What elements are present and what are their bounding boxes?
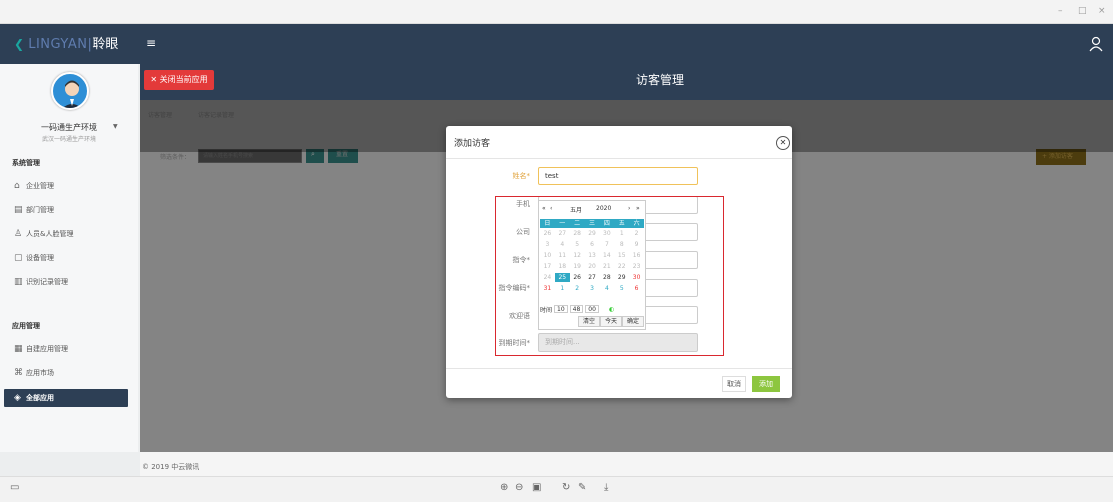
edit-icon[interactable]: ✎ (578, 482, 586, 493)
sidebar-item-device[interactable]: ▢ 设备管理 (14, 249, 132, 267)
cube-icon: ◈ (14, 393, 21, 403)
name-field[interactable]: test (538, 167, 698, 185)
section-title-apps: 应用管理 (12, 322, 40, 330)
department-icon: ▤ (14, 205, 23, 215)
sidebar-item-department[interactable]: ▤ 部门管理 (14, 201, 132, 219)
divider (446, 368, 792, 369)
divider (446, 158, 792, 159)
modal-title: 添加访客 (454, 139, 491, 149)
home-icon: ⌂ (14, 181, 20, 191)
zoom-in-icon[interactable]: ⊕ (500, 482, 508, 493)
zoom-out-icon[interactable]: ⊖ (515, 482, 523, 493)
person-icon: ♙ (14, 229, 23, 239)
sidebar-item-person[interactable]: ♙ 人员&人脸管理 (14, 225, 132, 243)
user-subtitle: 武汉一码通生产环境 (41, 136, 96, 143)
sidebar-item-company[interactable]: ⌂ 企业管理 (14, 177, 132, 195)
cancel-button[interactable]: 取消 (722, 376, 746, 392)
download-icon[interactable]: ⤓ (604, 482, 608, 493)
rotate-icon[interactable]: ↻ (562, 482, 570, 493)
screen-icon[interactable]: ▭ (10, 482, 19, 493)
logo-text: LINGYAN (28, 37, 88, 52)
window-titlebar (0, 0, 1113, 24)
user-icon[interactable] (1089, 36, 1103, 52)
minimize-button[interactable]: – (1058, 6, 1063, 16)
footer (140, 452, 1113, 476)
sidebar-item-market[interactable]: ⌘ 应用市场 (14, 364, 132, 382)
copyright: © 2019 中云微讯 (142, 463, 200, 471)
add-button[interactable]: 添加 (752, 376, 780, 392)
logo-mark-icon: ❮ (14, 37, 25, 51)
logo: ❮ LINGYAN|聆眼 (14, 37, 119, 52)
name-label: 姓名* (512, 172, 531, 180)
sidebar-item-all-apps[interactable]: ◈ 全部应用 (4, 389, 128, 407)
sidebar-item-custom-apps[interactable]: ▦ 自建应用管理 (14, 340, 132, 358)
maximize-button[interactable]: □ (1078, 6, 1087, 16)
page-title: 访客管理 (635, 73, 684, 87)
chevron-down-icon[interactable]: ▼ (113, 123, 118, 130)
market-icon: ⌘ (14, 368, 23, 378)
menu-icon[interactable]: ≡ (146, 36, 156, 50)
section-title-system: 系统管理 (12, 159, 40, 167)
close-icon[interactable]: ✕ (776, 136, 790, 150)
close-app-button[interactable]: ✕ 关闭当前应用 (144, 70, 214, 90)
sidebar-item-record[interactable]: ▥ 识别记录管理 (14, 273, 132, 291)
top-navbar (0, 24, 1113, 64)
fit-icon[interactable]: ▣ (532, 482, 541, 493)
device-icon: ▢ (14, 253, 23, 263)
highlight-box (495, 196, 724, 356)
viewer-toolbar (0, 476, 1113, 502)
record-icon: ▥ (14, 277, 23, 287)
avatar[interactable] (51, 72, 89, 110)
logo-cn: 聆眼 (92, 37, 119, 52)
close-icon: ✕ (150, 75, 158, 84)
close-window-button[interactable]: × (1098, 6, 1106, 16)
grid-icon: ▦ (14, 344, 23, 354)
